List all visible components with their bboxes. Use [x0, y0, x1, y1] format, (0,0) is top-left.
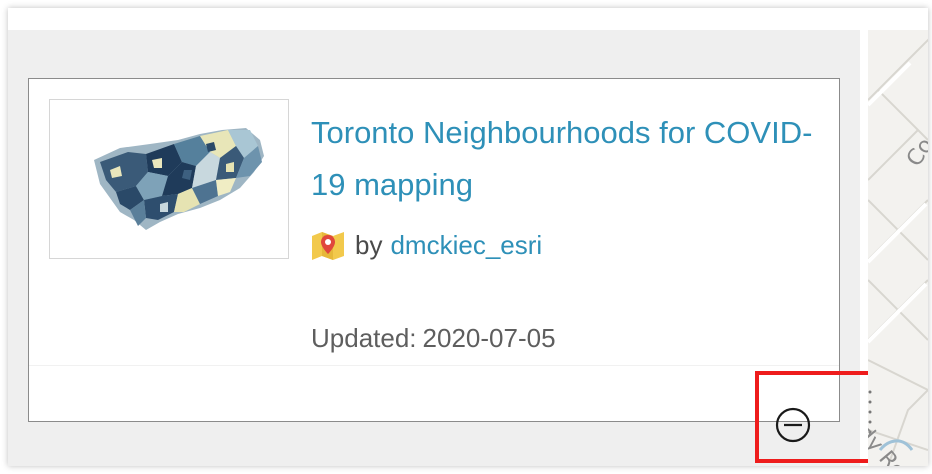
- item-list-panel: Toronto Neighbourhoods for COVID-19 mapp…: [8, 30, 875, 466]
- remove-item-button[interactable]: [773, 405, 813, 445]
- by-label: by: [355, 229, 383, 260]
- item-owner-row: by dmckiec_esri: [311, 227, 542, 263]
- minus-circle-icon: [775, 407, 811, 443]
- updated-label: Updated:: [311, 323, 417, 353]
- card-divider: [29, 365, 839, 366]
- owner-link[interactable]: dmckiec_esri: [390, 230, 542, 261]
- item-card[interactable]: Toronto Neighbourhoods for COVID-19 mapp…: [28, 78, 875, 463]
- item-thumbnail[interactable]: [49, 99, 289, 259]
- toronto-neighbourhoods-map-thumbnail: [94, 128, 264, 230]
- item-title-link[interactable]: Toronto Neighbourhoods for COVID-19 mapp…: [311, 107, 821, 211]
- screenshot-frame: Toronto Neighbourhoods for COVID-19 mapp…: [8, 8, 928, 466]
- updated-info: Updated: 2020-07-05: [311, 323, 556, 354]
- updated-date: 2020-07-05: [422, 323, 556, 353]
- map-icon: [311, 230, 345, 260]
- map-view-preview: Co edy Ro: [868, 30, 928, 466]
